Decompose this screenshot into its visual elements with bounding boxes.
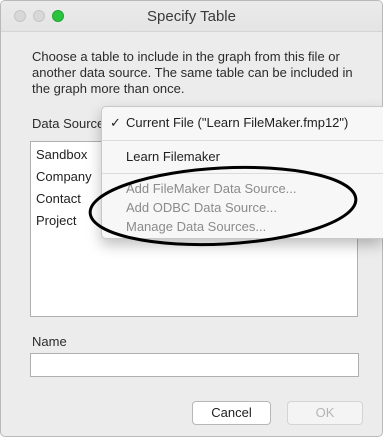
table-list-item-company[interactable]: Company: [36, 169, 92, 184]
cancel-button[interactable]: Cancel: [192, 401, 271, 425]
instructions-text: Choose a table to include in the graph f…: [32, 49, 353, 96]
menu-item-label: Current File ("Learn FileMaker.fmp12"): [126, 115, 349, 130]
name-label: Name: [32, 334, 67, 349]
ok-button[interactable]: OK: [287, 401, 363, 425]
menu-item-label: Manage Data Sources...: [126, 219, 267, 234]
table-list-item-contact[interactable]: Contact: [36, 191, 81, 206]
menu-item-manage-data-sources[interactable]: Manage Data Sources...: [102, 219, 383, 237]
window-title: Specify Table: [147, 8, 236, 25]
menu-item-learn-filemaker[interactable]: Learn Filemaker: [102, 149, 383, 167]
table-list-item-sandbox[interactable]: Sandbox: [36, 147, 87, 162]
menu-item-label: Learn Filemaker: [126, 149, 220, 164]
checkmark-icon: ✓: [110, 115, 121, 130]
title-bar: Specify Table: [1, 1, 382, 32]
data-source-label: Data Source: [32, 116, 105, 131]
menu-separator: [102, 140, 383, 141]
name-input[interactable]: [30, 353, 359, 377]
menu-item-add-odbc-data-source[interactable]: Add ODBC Data Source...: [102, 200, 383, 218]
menu-item-label: Add FileMaker Data Source...: [126, 181, 297, 196]
menu-separator: [102, 173, 383, 174]
menu-item-current-file[interactable]: ✓ Current File ("Learn FileMaker.fmp12"): [102, 115, 383, 133]
data-source-menu: ✓ Current File ("Learn FileMaker.fmp12")…: [101, 106, 383, 239]
menu-item-label: Add ODBC Data Source...: [126, 200, 278, 215]
table-list-item-project[interactable]: Project: [36, 213, 76, 228]
menu-item-add-filemaker-data-source[interactable]: Add FileMaker Data Source...: [102, 181, 383, 199]
